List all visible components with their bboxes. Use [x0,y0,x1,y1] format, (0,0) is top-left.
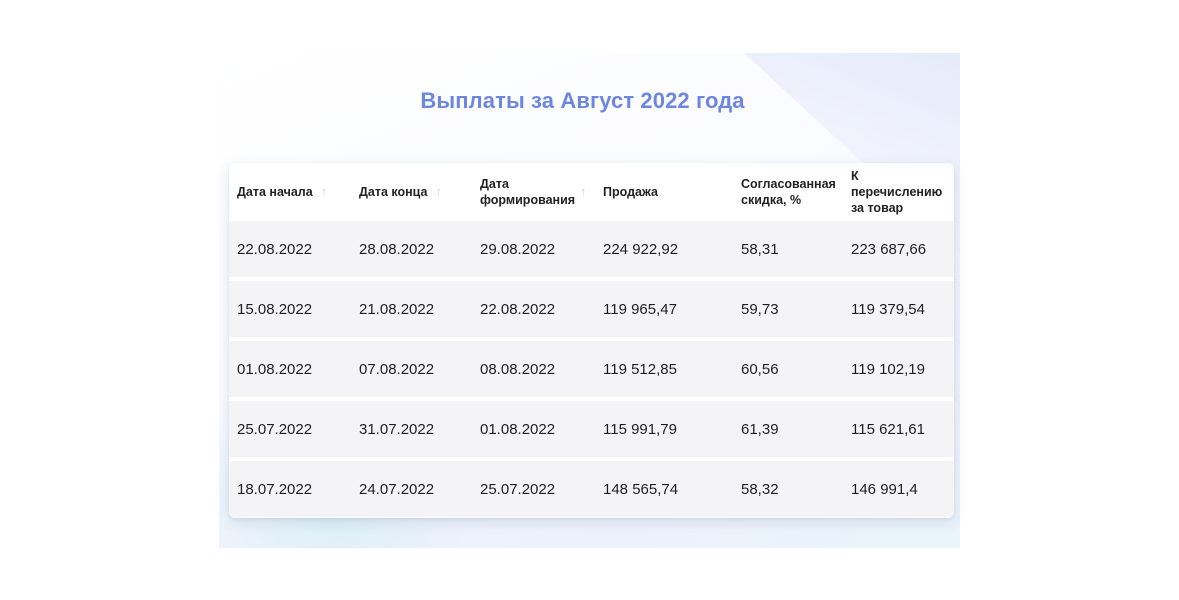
cell-end-date: 21.08.2022 [359,300,435,318]
cell-start-date: 25.07.2022 [237,420,313,438]
table-row[interactable]: 22.08.2022 28.08.2022 29.08.2022 224 922… [229,221,954,277]
cell-discount: 58,32 [741,480,779,498]
cell-sale: 119 512,85 [603,360,677,378]
table-row[interactable]: 25.07.2022 31.07.2022 01.08.2022 115 991… [229,401,954,457]
cell-discount: 60,56 [741,360,779,378]
table-header: Дата начала ↑ Дата конца ↑ Дата формиров… [229,163,954,221]
cell-start-date: 01.08.2022 [237,360,313,378]
cell-formation-date: 25.07.2022 [480,480,556,498]
cell-start-date: 18.07.2022 [237,480,313,498]
cell-end-date: 24.07.2022 [359,480,435,498]
cell-payout: 119 102,19 [851,360,925,378]
page-title: Выплаты за Август 2022 года [420,88,745,113]
cell-payout: 119 379,54 [851,300,925,318]
cell-end-date: 31.07.2022 [359,420,435,438]
arrow-up-icon[interactable]: ↑ [321,184,328,200]
column-header-label: К перечислению за товар [851,169,943,215]
column-header-label: Дата начала [237,185,313,199]
arrow-up-icon[interactable]: ↑ [435,184,442,200]
cell-sale: 119 965,47 [603,300,677,318]
cell-formation-date: 08.08.2022 [480,360,556,378]
cell-payout: 115 621,61 [851,420,925,438]
column-header-formation-date[interactable]: Дата формирования ↑ [480,163,587,221]
cell-start-date: 15.08.2022 [237,300,313,318]
cell-formation-date: 22.08.2022 [480,300,556,318]
cell-discount: 58,31 [741,240,779,258]
column-header-label: Дата формирования [480,177,576,207]
payouts-table: Дата начала ↑ Дата конца ↑ Дата формиров… [229,163,954,518]
column-header-sale: Продажа [603,163,658,221]
column-header-label: Продажа [603,185,658,199]
column-header-discount: Согласованная скидка, % [741,163,837,221]
cell-formation-date: 29.08.2022 [480,240,556,258]
column-header-payout: К перечислению за товар [851,163,951,221]
column-header-end-date[interactable]: Дата конца ↑ [359,163,442,221]
table-row[interactable]: 15.08.2022 21.08.2022 22.08.2022 119 965… [229,281,954,337]
arrow-up-icon[interactable]: ↑ [580,184,587,200]
cell-payout: 223 687,66 [851,240,927,258]
cell-sale: 148 565,74 [603,480,679,498]
table-row[interactable]: 18.07.2022 24.07.2022 25.07.2022 148 565… [229,461,954,517]
cell-sale: 115 991,79 [603,420,677,438]
cell-start-date: 22.08.2022 [237,240,313,258]
cell-sale: 224 922,92 [603,240,679,258]
cell-end-date: 28.08.2022 [359,240,435,258]
column-header-start-date[interactable]: Дата начала ↑ [237,163,327,221]
cell-payout: 146 991,4 [851,480,918,498]
cell-discount: 59,73 [741,300,779,318]
cell-end-date: 07.08.2022 [359,360,435,378]
cell-formation-date: 01.08.2022 [480,420,556,438]
column-header-label: Дата конца [359,185,428,199]
table-row[interactable]: 01.08.2022 07.08.2022 08.08.2022 119 512… [229,341,954,397]
column-header-label: Согласованная скидка, % [741,177,836,207]
cell-discount: 61,39 [741,420,779,438]
